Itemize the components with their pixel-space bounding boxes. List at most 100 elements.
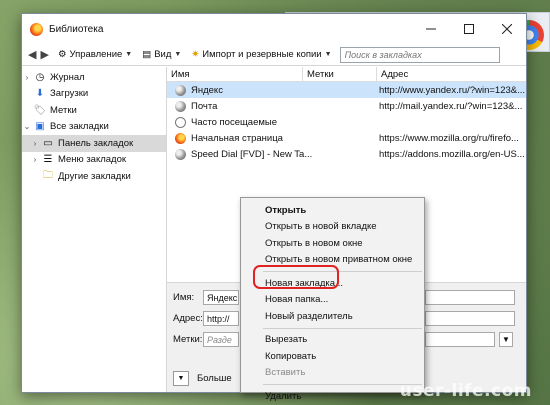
chevron-down-icon: ▼ (324, 51, 332, 58)
gear-icon: ⚙ (57, 49, 67, 60)
context-menu: Открыть Открыть в новой вкладке Открыть … (240, 197, 425, 402)
view-label: Вид (154, 49, 172, 60)
menu-separator (263, 327, 422, 329)
view-menu-button[interactable]: ▤ Вид ▼ (142, 49, 181, 60)
globe-icon (175, 84, 186, 96)
expand-arrow-icon[interactable]: › (30, 139, 40, 148)
import-menu-button[interactable]: ✷ Импорт и резервные копии ▼ (191, 49, 331, 60)
sidebar-item-all-bookmarks[interactable]: ⌄ ▣ Все закладки (22, 119, 166, 136)
tag-icon: 🏷 (33, 104, 47, 116)
window-title: Библиотека (49, 23, 104, 35)
column-header-address[interactable]: Адрес (377, 67, 526, 81)
sidebar-item-label: Меню закладок (58, 154, 127, 166)
sidebar: › ◷ Журнал ⬇ Загрузки 🏷 Метки ⌄ ▣ Все за… (22, 67, 167, 392)
back-arrow-icon[interactable]: ◀ (28, 48, 36, 61)
search-input[interactable]: Поиск в закладках (339, 46, 500, 63)
menu-separator (263, 384, 422, 385)
expand-arrow-icon[interactable]: › (22, 73, 32, 82)
sidebar-item-downloads[interactable]: ⬇ Загрузки (22, 86, 166, 103)
sidebar-item-bookmarks-toolbar[interactable]: › ▭ Панель закладок (22, 135, 166, 152)
toolbar: ◀ ▶ ⚙ Управление ▼ ▤ Вид ▼ ✷ Импорт и ре… (22, 44, 526, 66)
column-header-name[interactable]: Имя (167, 67, 303, 81)
row-name: Начальная страница (191, 132, 283, 144)
menu-item-cut[interactable]: Вырезать (241, 332, 424, 349)
minimize-icon (426, 28, 436, 30)
table-row[interactable]: Яндекс http://www.yandex.ru/?win=123&... (167, 82, 526, 98)
tags-field[interactable]: Разде (203, 332, 239, 347)
row-name: Яндекс (191, 84, 223, 96)
menu-item-new-folder[interactable]: Новая папка... (241, 292, 424, 309)
sidebar-item-label: Панель закладок (58, 137, 134, 149)
globe-icon (175, 148, 186, 160)
name-label: Имя: (173, 292, 195, 303)
chevron-down-icon: ▼ (125, 51, 133, 58)
table-row[interactable]: Часто посещаемые (167, 114, 526, 130)
chevron-down-icon: ▼ (502, 335, 510, 344)
manage-menu-button[interactable]: ⚙ Управление ▼ (58, 49, 132, 60)
folder-icon: 🗀 (43, 169, 53, 181)
close-button[interactable] (488, 14, 526, 44)
title-bar: Библиотека (22, 14, 526, 44)
expand-arrow-icon[interactable]: › (30, 155, 40, 164)
sidebar-item-label: Загрузки (50, 88, 89, 100)
sidebar-item-history[interactable]: › ◷ Журнал (22, 69, 166, 86)
tags-label: Метки: (173, 334, 203, 345)
address-field[interactable]: http:// (203, 311, 239, 326)
sidebar-item-bookmarks-menu[interactable]: › ☰ Меню закладок (22, 152, 166, 169)
table-row[interactable]: Начальная страница https://www.mozilla.o… (167, 130, 526, 146)
name-field[interactable]: Яндекс (203, 290, 239, 305)
more-toggle-button[interactable]: ▼ (173, 371, 189, 386)
globe-icon (175, 100, 186, 112)
address-label: Адрес: (173, 313, 203, 324)
sidebar-item-label: Другие закладки (58, 170, 131, 182)
row-name: Часто посещаемые (191, 116, 278, 128)
row-name: Почта (191, 100, 218, 112)
menu-item-open-new-tab[interactable]: Открыть в новой вкладке (241, 219, 424, 236)
menu-item-new-separator[interactable]: Новый разделитель (241, 308, 424, 325)
menu-folder-icon: ☰ (43, 154, 53, 166)
manage-label: Управление (69, 49, 123, 60)
import-label: Импорт и резервные копии (202, 49, 322, 60)
firefox-icon (175, 132, 186, 144)
smart-folder-icon (175, 116, 186, 128)
row-url: http://www.yandex.ru/?win=123&... (379, 84, 526, 96)
bookmarks-icon: ▣ (35, 121, 45, 133)
sidebar-item-label: Метки (50, 104, 77, 116)
sidebar-item-tags[interactable]: 🏷 Метки (22, 102, 166, 119)
row-url: http://mail.yandex.ru/?win=123&... (379, 100, 523, 112)
table-row[interactable]: Почта http://mail.yandex.ru/?win=123&... (167, 98, 526, 114)
table-header: Имя Метки Адрес (167, 67, 526, 82)
maximize-icon (464, 24, 474, 34)
clock-icon: ◷ (35, 71, 45, 83)
watermark-text: user-life.com (399, 381, 532, 401)
tags-dropdown-button[interactable]: ▼ (499, 332, 513, 347)
menu-item-open-new-window[interactable]: Открыть в новом окне (241, 235, 424, 252)
menu-item-paste: Вставить (265, 367, 306, 379)
sidebar-item-label: Журнал (50, 71, 85, 83)
forward-arrow-icon[interactable]: ▶ (40, 48, 48, 61)
menu-item-delete[interactable]: Удалить (241, 388, 424, 405)
maximize-button[interactable] (450, 14, 488, 44)
more-label: Больше (197, 373, 232, 384)
sidebar-item-label: Все закладки (50, 121, 109, 133)
chevron-down-icon: ▼ (174, 51, 182, 58)
collapse-arrow-icon[interactable]: ⌄ (22, 122, 32, 131)
view-icon: ▤ (142, 49, 152, 60)
chevron-down-icon: ▼ (177, 375, 185, 382)
minimize-button[interactable] (412, 14, 450, 44)
tags-field-tail[interactable] (425, 332, 495, 347)
address-field-tail[interactable] (425, 311, 515, 326)
row-url: https://addons.mozilla.org/en-US... (379, 148, 525, 160)
highlight-annotation (253, 265, 339, 289)
close-icon (502, 24, 512, 34)
toolbar-folder-icon: ▭ (43, 137, 53, 149)
menu-item-open[interactable]: Открыть (241, 202, 424, 219)
firefox-icon (30, 22, 43, 36)
row-url: https://www.mozilla.org/ru/firefo... (379, 132, 519, 144)
menu-item-copy[interactable]: Копировать (241, 348, 424, 365)
column-header-tags[interactable]: Метки (303, 67, 377, 81)
table-row[interactable]: Speed Dial [FVD] - New Ta... https://add… (167, 146, 526, 162)
sidebar-item-other-bookmarks[interactable]: 🗀 Другие закладки (22, 168, 166, 185)
download-icon: ⬇ (35, 88, 45, 100)
name-field-tail[interactable] (425, 290, 515, 305)
